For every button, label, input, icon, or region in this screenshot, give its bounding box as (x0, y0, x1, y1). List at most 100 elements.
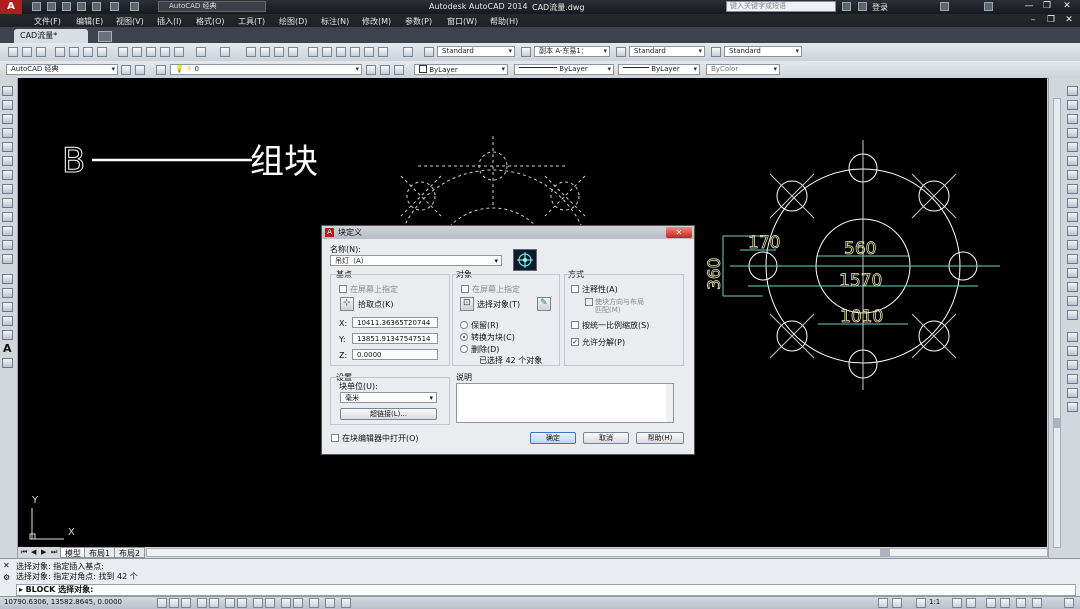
file-tab[interactable]: CAD流量* (14, 29, 88, 43)
open-in-editor-checkbox[interactable] (331, 434, 339, 442)
text-style-icon[interactable] (424, 47, 434, 57)
pan-icon[interactable] (246, 47, 256, 57)
ok-button[interactable]: 确定 (530, 432, 576, 444)
convert-radio[interactable] (460, 333, 468, 341)
doc-close-button[interactable]: ✕ (1062, 15, 1076, 26)
zoom-realtime-icon[interactable] (260, 47, 270, 57)
gear-icon[interactable] (121, 65, 131, 75)
quick-properties-icon[interactable] (325, 598, 335, 608)
close-button[interactable]: ✕ (1060, 1, 1074, 12)
preview-icon[interactable] (69, 47, 79, 57)
block-editor-icon[interactable] (174, 47, 184, 57)
undo-icon[interactable] (196, 47, 206, 57)
restore-button[interactable]: ❐ (1040, 1, 1054, 12)
polyline-icon[interactable] (2, 114, 13, 124)
allow-explode-checkbox[interactable]: ✓ (571, 338, 579, 346)
menu-window[interactable]: 窗口(W) (447, 16, 477, 27)
search-input[interactable]: 键入关键字或短语 (726, 1, 836, 12)
polygon-icon[interactable] (2, 128, 13, 138)
command-input[interactable]: ▸ BLOCK 选择对象: (16, 584, 1076, 596)
dim-style-icon[interactable] (521, 47, 531, 57)
horizontal-scrollbar[interactable] (146, 548, 1048, 557)
quickcalc-icon[interactable] (378, 47, 388, 57)
arc-icon[interactable] (2, 156, 13, 166)
lock-icon[interactable] (1000, 598, 1010, 608)
offset-icon[interactable] (1067, 128, 1078, 138)
3d-osnap-icon[interactable] (237, 598, 247, 608)
help-button[interactable]: 帮助(H) (636, 432, 684, 444)
tab-nav-last-icon[interactable]: ⏭ (51, 548, 57, 557)
region-icon[interactable] (2, 316, 13, 326)
menu-modify[interactable]: 修改(M) (362, 16, 391, 27)
clean-screen-icon[interactable] (1064, 598, 1074, 608)
save-icon[interactable] (62, 2, 71, 11)
select-objects-button[interactable]: ⊡ (460, 297, 474, 311)
cancel-button[interactable]: 取消 (583, 432, 629, 444)
model-space-icon[interactable] (878, 598, 888, 608)
lineweight-select[interactable]: ByLayer (618, 64, 700, 75)
markup-icon[interactable] (364, 47, 374, 57)
lineweight-icon[interactable] (293, 598, 303, 608)
menu-help[interactable]: 帮助(H) (490, 16, 518, 27)
point-icon[interactable] (2, 274, 13, 284)
circle-icon[interactable] (2, 170, 13, 180)
ellipse-arc-icon[interactable] (2, 226, 13, 236)
dynamic-input-icon[interactable] (281, 598, 291, 608)
match-properties-icon[interactable] (160, 47, 170, 57)
tab-nav-prev-icon[interactable]: ◀ (31, 548, 36, 556)
transparency-icon[interactable] (309, 598, 319, 608)
zoom-window-icon[interactable] (274, 47, 284, 57)
tab-nav-next-icon[interactable]: ▶ (41, 548, 46, 556)
tab-layout2[interactable]: 布局2 (114, 547, 146, 558)
text-front-icon[interactable] (1067, 388, 1078, 398)
array-icon[interactable] (1067, 142, 1078, 152)
x-coordinate-input[interactable]: 10411.36365T20744 (352, 317, 438, 328)
redo-icon[interactable] (130, 2, 139, 11)
menu-format[interactable]: 格式(O) (196, 16, 225, 27)
menu-edit[interactable]: 编辑(E) (76, 16, 103, 27)
layer-select[interactable]: 💡 ☼ 0 (170, 64, 362, 75)
tab-model[interactable]: 模型 (60, 547, 86, 558)
plotstyle-select[interactable]: ByColor (706, 64, 780, 75)
dialog-title-bar[interactable]: A 块定义 ✕ (322, 226, 694, 239)
snap-mode-icon[interactable] (169, 598, 179, 608)
description-input[interactable] (456, 383, 674, 423)
trim-icon[interactable] (1067, 212, 1078, 222)
hyperlink-button[interactable]: 超链接(L)... (340, 408, 437, 420)
3d-print-icon[interactable] (97, 47, 107, 57)
dim-style-select[interactable]: 副本 A-东易1： (534, 46, 610, 57)
retain-radio[interactable] (460, 321, 468, 329)
print-icon[interactable] (92, 2, 101, 11)
bring-above-icon[interactable] (1067, 360, 1078, 370)
polar-tracking-icon[interactable] (209, 598, 219, 608)
selection-cycling-icon[interactable] (341, 598, 351, 608)
copy-icon[interactable] (132, 47, 142, 57)
auto-scale-icon[interactable] (966, 598, 976, 608)
menu-tools[interactable]: 工具(T) (238, 16, 265, 27)
app-logo[interactable]: A (0, 0, 22, 14)
help-icon[interactable] (984, 2, 993, 11)
rotate-icon[interactable] (1067, 170, 1078, 180)
user-icon[interactable] (858, 2, 867, 11)
select-objects-label[interactable]: 选择对象(T) (477, 299, 520, 310)
mtext-icon[interactable]: A (3, 342, 12, 355)
insert-block-icon[interactable] (2, 240, 13, 250)
ellipse-icon[interactable] (2, 212, 13, 222)
mleader-style-select[interactable]: Standard (724, 46, 802, 57)
base-specify-checkbox[interactable] (339, 285, 347, 293)
rectangle-icon[interactable] (2, 142, 13, 152)
annotation-scale-icon[interactable] (916, 598, 926, 608)
exchange-icon[interactable] (940, 2, 949, 11)
add-selected-icon[interactable] (2, 358, 13, 368)
erase-icon[interactable] (1067, 86, 1078, 96)
annotative-checkbox[interactable] (571, 285, 579, 293)
chamfer-icon[interactable] (1067, 268, 1078, 278)
mleader-style-icon[interactable] (711, 47, 721, 57)
draw-order-icon[interactable] (1067, 310, 1078, 320)
uniform-scale-checkbox[interactable] (571, 321, 579, 329)
doc-minimize-button[interactable]: – (1026, 15, 1040, 26)
description-scrollbar[interactable] (666, 384, 673, 422)
undo-icon[interactable] (110, 2, 119, 11)
tool-palettes-icon[interactable] (336, 47, 346, 57)
login-button[interactable]: 登录 (872, 2, 888, 13)
